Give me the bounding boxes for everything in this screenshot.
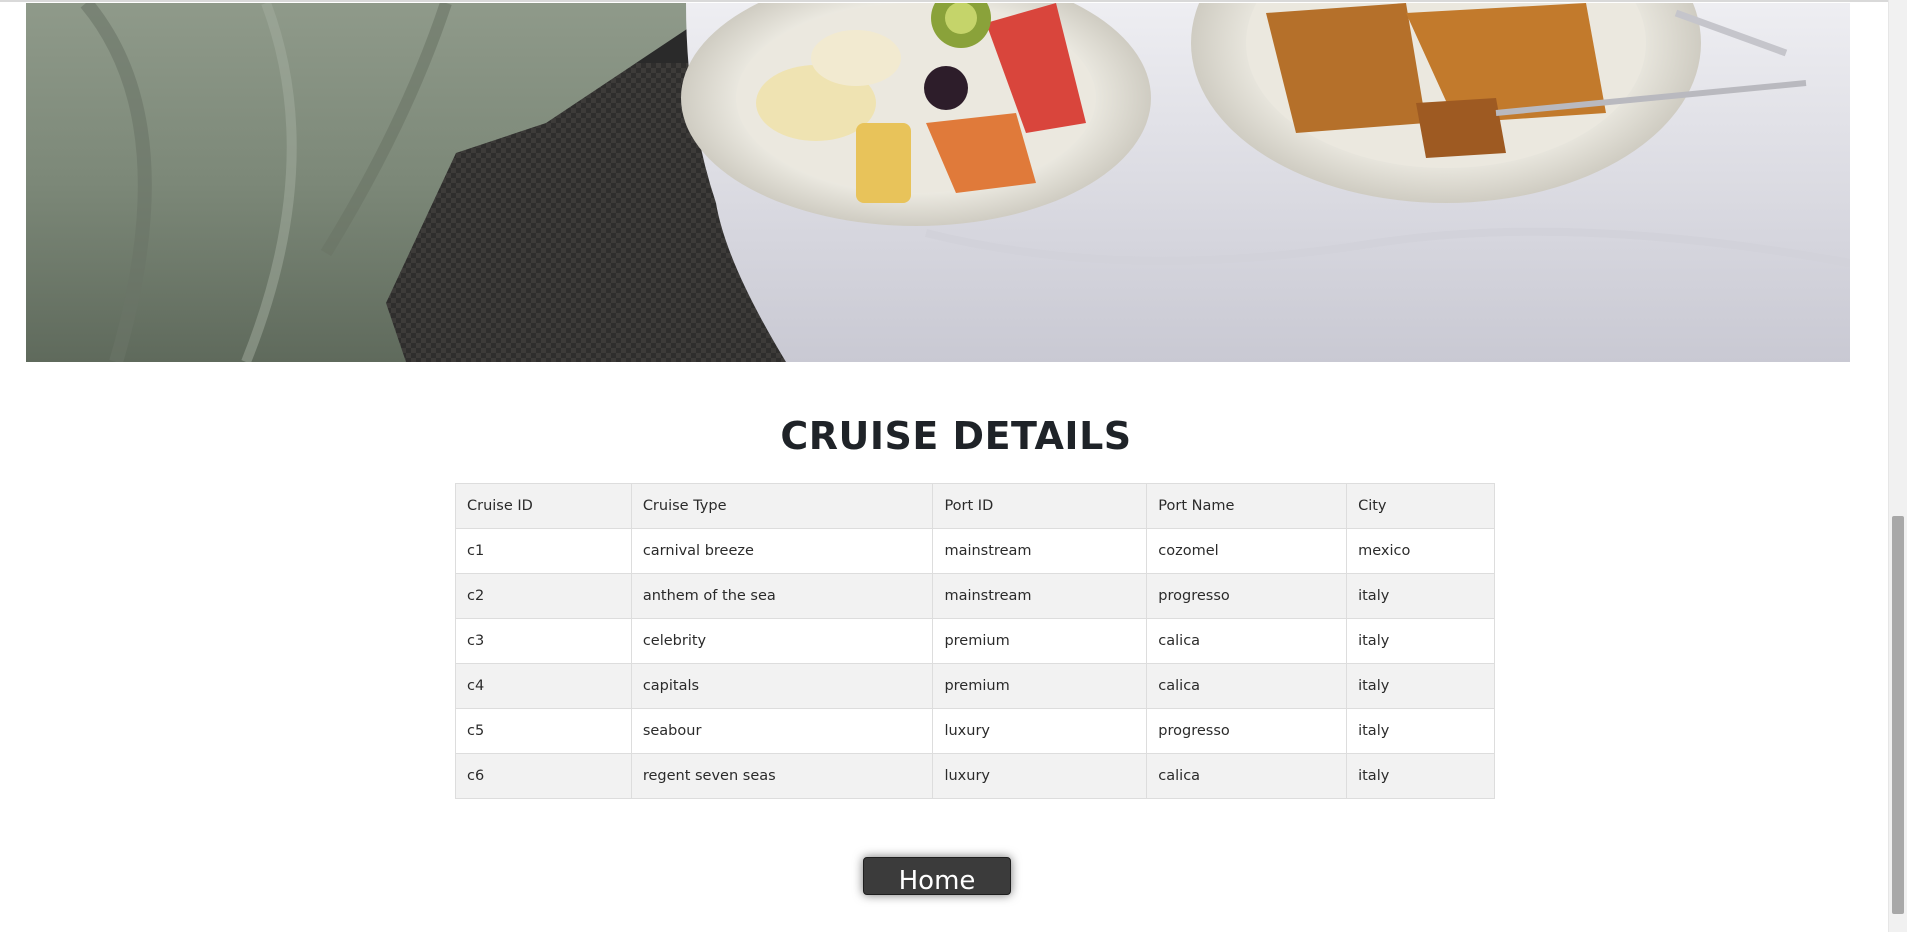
cell-cruise-type: carnival breeze (630, 528, 934, 574)
table-row: c3 celebrity premium calica italy (455, 618, 1495, 664)
banner-image (26, 3, 1850, 362)
cell-port-id: mainstream (932, 573, 1148, 619)
header-port-id: Port ID (932, 483, 1148, 529)
cell-cruise-id: c1 (455, 528, 632, 574)
table-row: c6 regent seven seas luxury calica italy (455, 753, 1495, 799)
cell-port-id: luxury (932, 753, 1148, 799)
top-divider (0, 0, 1888, 2)
cell-cruise-type: seabour (630, 708, 934, 754)
cruise-table-container: Cruise ID Cruise Type Port ID Port Name … (455, 483, 1495, 799)
cell-port-name: progresso (1146, 708, 1348, 754)
cell-cruise-id: c2 (455, 573, 632, 619)
cell-port-name: calica (1146, 663, 1348, 709)
cell-cruise-id: c5 (455, 708, 632, 754)
header-cruise-id: Cruise ID (455, 483, 632, 529)
cell-port-id: luxury (932, 708, 1148, 754)
cell-cruise-type: capitals (630, 663, 934, 709)
cell-cruise-type: regent seven seas (630, 753, 934, 799)
cell-city: italy (1346, 753, 1495, 799)
cell-cruise-id: c3 (455, 618, 632, 664)
cell-port-name: cozomel (1146, 528, 1348, 574)
cell-cruise-type: anthem of the sea (630, 573, 934, 619)
cruise-table: Cruise ID Cruise Type Port ID Port Name … (455, 483, 1495, 799)
cell-city: italy (1346, 708, 1495, 754)
header-cruise-type: Cruise Type (630, 483, 934, 529)
vertical-scrollbar[interactable] (1888, 0, 1907, 932)
table-header-row: Cruise ID Cruise Type Port ID Port Name … (455, 483, 1495, 529)
header-city: City (1346, 483, 1495, 529)
page: CRUISE DETAILS Cruise ID Cruise Type Por… (0, 0, 1907, 932)
cell-port-name: calica (1146, 618, 1348, 664)
cell-port-id: premium (932, 663, 1148, 709)
table-row: c2 anthem of the sea mainstream progress… (455, 573, 1495, 619)
cell-cruise-id: c6 (455, 753, 632, 799)
table-row: c5 seabour luxury progresso italy (455, 708, 1495, 754)
cell-port-id: mainstream (932, 528, 1148, 574)
cell-city: italy (1346, 618, 1495, 664)
cell-cruise-id: c4 (455, 663, 632, 709)
cell-city: mexico (1346, 528, 1495, 574)
cell-cruise-type: celebrity (630, 618, 934, 664)
cell-city: italy (1346, 663, 1495, 709)
table-row: c1 carnival breeze mainstream cozomel me… (455, 528, 1495, 574)
cell-port-name: calica (1146, 753, 1348, 799)
page-title: CRUISE DETAILS (780, 414, 1132, 458)
scrollbar-thumb[interactable] (1892, 516, 1904, 914)
home-button[interactable]: Home (863, 857, 1011, 895)
header-port-name: Port Name (1146, 483, 1348, 529)
table-row: c4 capitals premium calica italy (455, 663, 1495, 709)
cell-port-id: premium (932, 618, 1148, 664)
cell-port-name: progresso (1146, 573, 1348, 619)
cell-city: italy (1346, 573, 1495, 619)
